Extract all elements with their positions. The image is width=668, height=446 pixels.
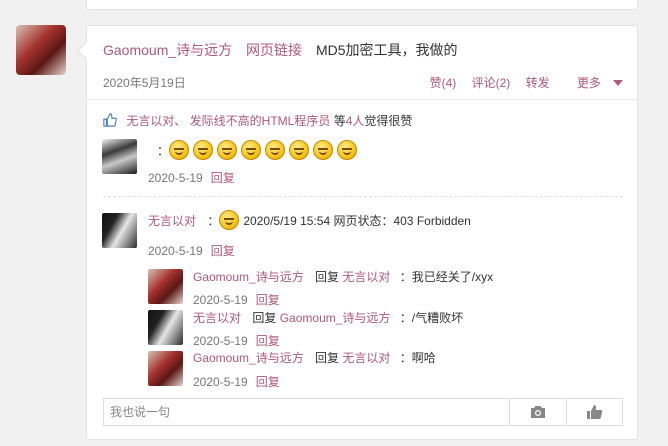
comment-body: 无言以对 ： 2020/5/19 15:54 网页状态：403 Forbidden: [148, 210, 471, 230]
previous-post-card: [86, 0, 638, 10]
reply-date: 2020-5-19: [193, 375, 248, 389]
comment-colon: ：: [207, 214, 220, 228]
reply-meta: 2020-5-19 回复: [193, 332, 280, 349]
comment-text: 2020/5/19 15:54 网页状态：403 Forbidden: [243, 214, 471, 228]
reply-text: ：/气糟败坏: [399, 311, 464, 325]
comment-input[interactable]: [104, 399, 508, 425]
like-comment-button[interactable]: [566, 399, 623, 425]
reply-text: ：啊哈: [399, 351, 436, 365]
reply-avatar[interactable]: [148, 269, 183, 304]
share-button[interactable]: 转发: [526, 76, 550, 90]
reply-verb: 回复: [315, 270, 340, 284]
image-upload-button[interactable]: [509, 399, 566, 425]
thumbs-up-icon: [587, 405, 603, 419]
reply-button[interactable]: 回复: [256, 293, 280, 307]
smile-emoji-icon: [193, 140, 214, 160]
reply-author[interactable]: Gaomoum_诗与远方: [193, 351, 304, 365]
reply-target[interactable]: 无言以对: [342, 270, 390, 284]
like-button[interactable]: 赞(4): [430, 76, 457, 90]
comment-body: ：: [157, 140, 361, 160]
comment-meta: 2020-5-19 回复: [148, 169, 235, 186]
smile-emoji-icon: [219, 210, 240, 230]
comment-date: 2020-5-19: [148, 171, 203, 185]
comment-colon: ：: [157, 144, 170, 158]
reply-body: 无言以对 回复 Gaomoum_诗与远方 ：/气糟败坏: [193, 309, 463, 326]
commenter-avatar[interactable]: [102, 139, 137, 174]
emoji-row: [169, 140, 361, 160]
reply-verb: 回复: [315, 351, 340, 365]
reply-target[interactable]: 无言以对: [342, 351, 390, 365]
post-date: 2020年5月19日: [103, 76, 186, 90]
reply-text: ：我已经关了/xyx: [399, 270, 494, 284]
smile-emoji-icon: [241, 140, 262, 160]
reply-body: Gaomoum_诗与远方 回复 无言以对 ：我已经关了/xyx: [193, 268, 493, 285]
post-header: Gaomoum_诗与远方 网页链接 MD5加密工具，我做的: [103, 40, 458, 60]
smile-emoji-icon: [169, 140, 190, 160]
reply-date: 2020-5-19: [193, 293, 248, 307]
reply-author[interactable]: 无言以对: [193, 311, 241, 325]
reply-avatar[interactable]: [148, 351, 183, 386]
comment-composer: [103, 398, 623, 426]
more-button[interactable]: 更多: [565, 76, 623, 90]
comment-meta: 2020-5-19 回复: [148, 242, 235, 259]
thumbs-up-icon: [103, 113, 117, 127]
camera-icon: [531, 406, 545, 418]
reply-button[interactable]: 回复: [256, 334, 280, 348]
likes-users[interactable]: 无言以对、 发际线不高的HTML程序员: [126, 114, 330, 128]
likes-count-prefix: 等: [333, 114, 346, 128]
smile-emoji-icon: [289, 140, 310, 160]
smile-emoji-icon: [217, 140, 238, 160]
likes-row: 无言以对、 发际线不高的HTML程序员 等4人觉得很赞: [103, 112, 412, 129]
reply-button[interactable]: 回复: [256, 375, 280, 389]
post-card: Gaomoum_诗与远方 网页链接 MD5加密工具，我做的 2020年5月19日…: [86, 25, 638, 440]
likes-count[interactable]: 4人: [346, 114, 365, 128]
reply-avatar[interactable]: [148, 310, 183, 345]
comment-author[interactable]: 无言以对: [148, 214, 196, 228]
reply-target[interactable]: Gaomoum_诗与远方: [280, 311, 391, 325]
smile-emoji-icon: [265, 140, 286, 160]
smile-emoji-icon: [313, 140, 334, 160]
reply-meta: 2020-5-19 回复: [193, 291, 280, 308]
post-title: MD5加密工具，我做的: [315, 42, 458, 58]
reply-button[interactable]: 回复: [211, 244, 235, 258]
reply-author[interactable]: Gaomoum_诗与远方: [193, 270, 304, 284]
reply-date: 2020-5-19: [193, 334, 248, 348]
divider: [87, 99, 637, 100]
comment-date: 2020-5-19: [148, 244, 203, 258]
chevron-down-icon: [613, 80, 623, 86]
post-actions: 赞(4) 评论(2) 转发 更多: [418, 74, 623, 91]
reply-button[interactable]: 回复: [211, 171, 235, 185]
post-author-link[interactable]: Gaomoum_诗与远方: [103, 42, 232, 58]
commenter-avatar[interactable]: [102, 213, 137, 248]
comment-divider: [103, 196, 623, 197]
post-web-link[interactable]: 网页链接: [246, 42, 302, 58]
smile-emoji-icon: [337, 140, 358, 160]
author-avatar[interactable]: [16, 25, 66, 75]
reply-verb: 回复: [252, 311, 277, 325]
likes-suffix: 觉得很赞: [364, 114, 413, 128]
comment-button[interactable]: 评论(2): [472, 76, 511, 90]
reply-meta: 2020-5-19 回复: [193, 373, 280, 390]
reply-body: Gaomoum_诗与远方 回复 无言以对 ：啊哈: [193, 349, 436, 366]
more-label: 更多: [576, 76, 601, 90]
